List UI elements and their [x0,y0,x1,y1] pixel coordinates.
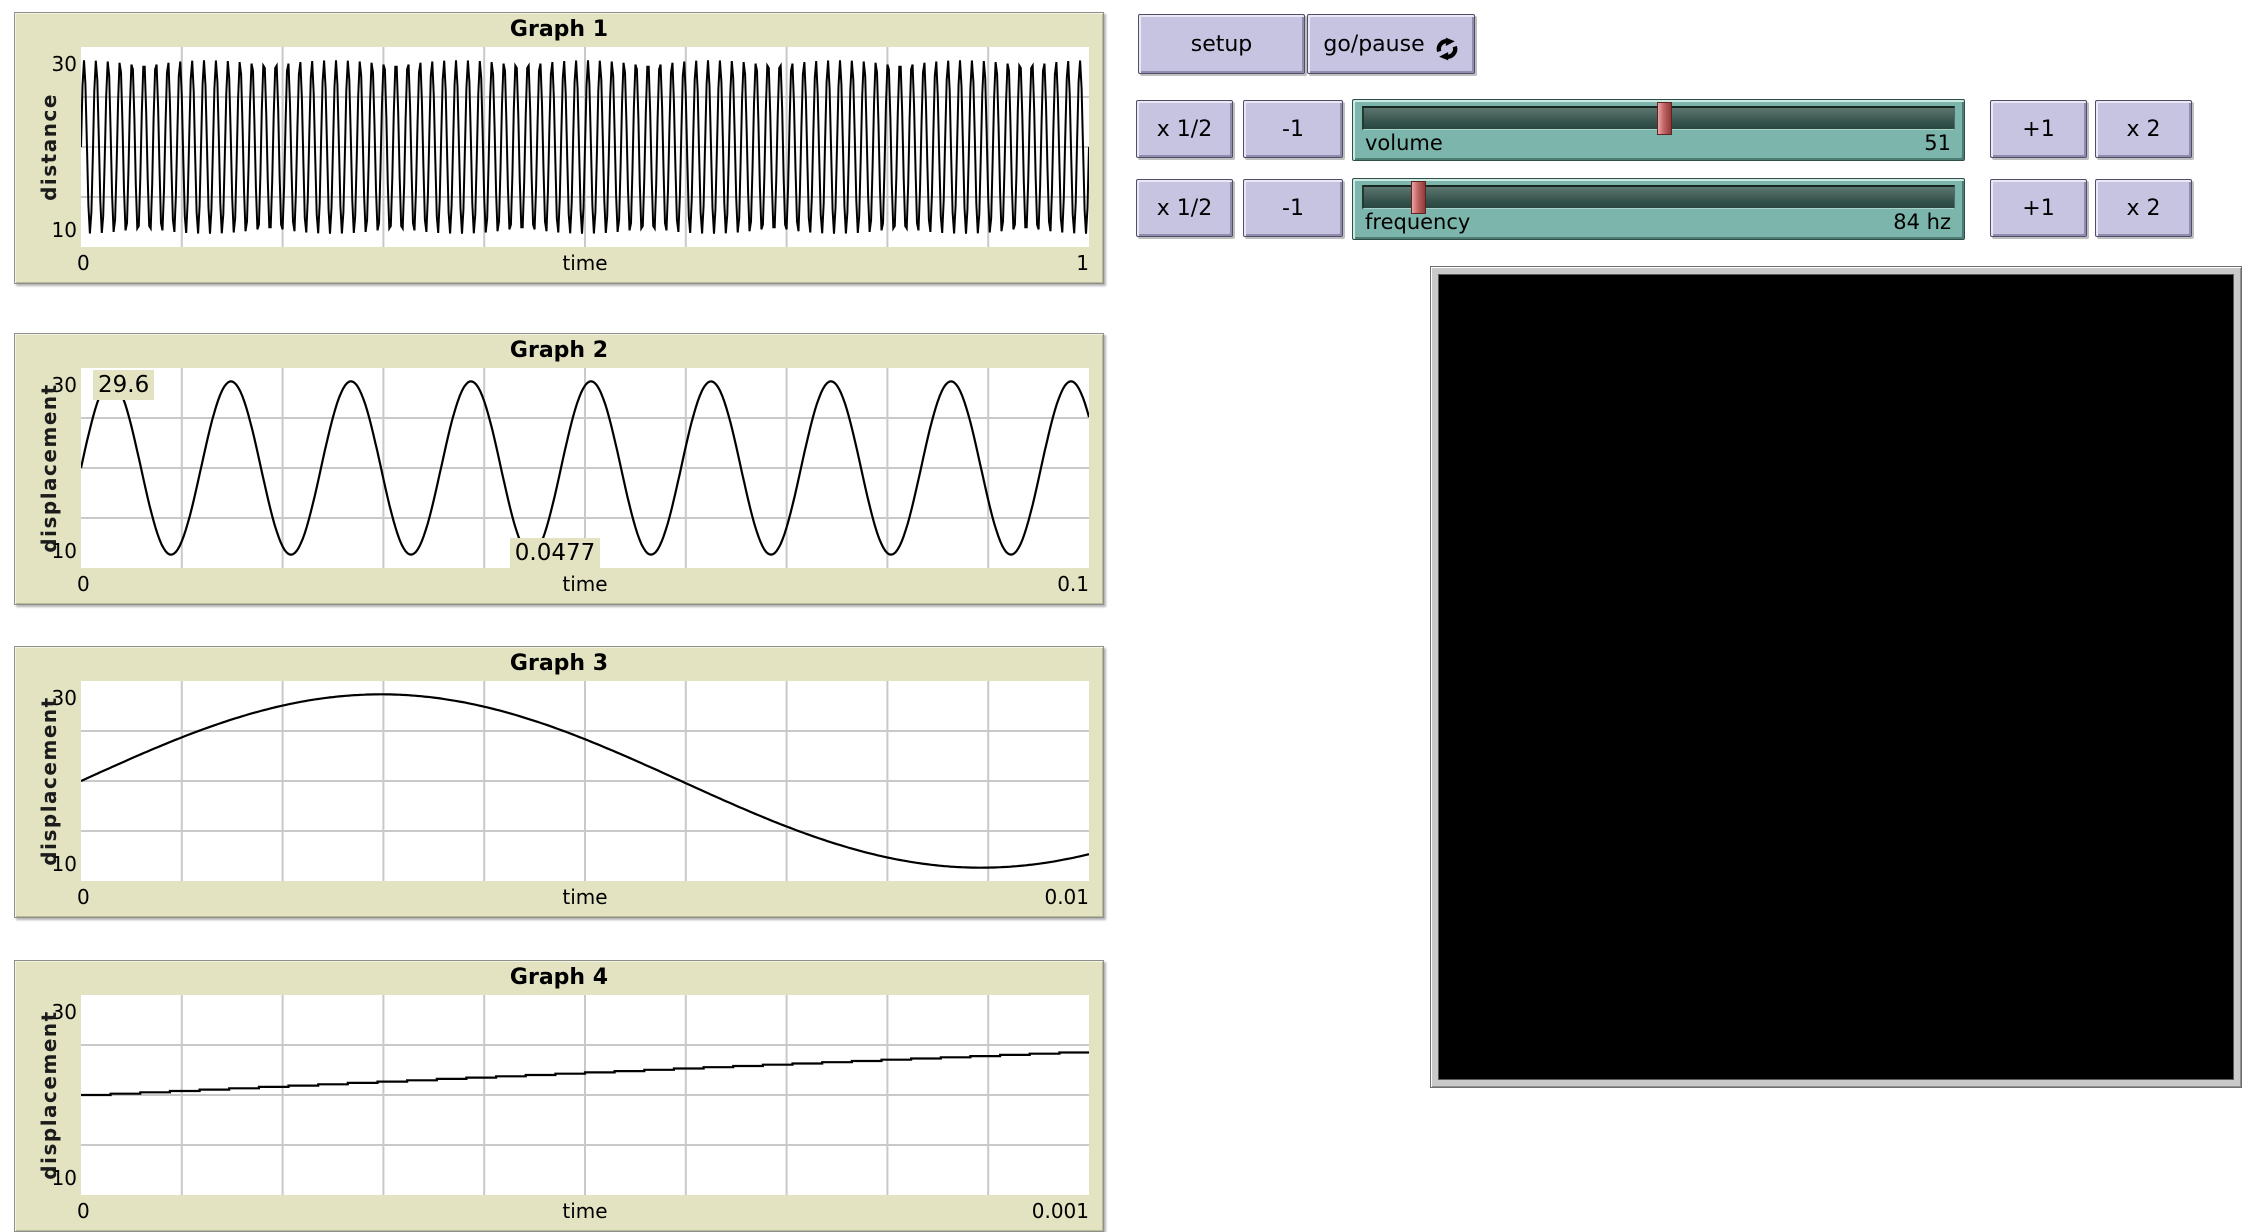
volume-slider-handle[interactable] [1657,102,1672,135]
plot-canvas [81,47,1089,247]
x-max-label: 0.01 [81,885,1089,909]
x-max-label: 0.001 [81,1199,1089,1223]
y-axis-label: displacement [37,696,61,865]
graph-title: Graph 3 [15,651,1103,676]
y-axis-label: displacement [37,383,61,552]
volume-half-label: x 1/2 [1157,117,1212,142]
setup-button-label: setup [1191,32,1253,57]
volume-slider[interactable]: volume 51 [1352,99,1965,161]
forever-icon [1435,37,1459,61]
volume-minus-one-label: -1 [1282,117,1304,142]
frequency-slider-track[interactable] [1362,185,1955,209]
frequency-slider-label: frequency [1365,210,1470,234]
frequency-slider-value: 84 hz [1893,210,1951,234]
volume-times-two-label: x 2 [2126,117,2160,142]
frequency-times-two-button[interactable]: x 2 [2095,179,2192,237]
graph-title: Graph 4 [15,965,1103,990]
plot-canvas [81,995,1089,1195]
world-view [1438,274,2234,1080]
setup-button[interactable]: setup [1138,14,1305,74]
graph-title: Graph 2 [15,338,1103,363]
y-tick-bottom: 10 [33,218,77,242]
plot-graph-3: Graph 3 30 10 displacement 0 time 0.01 [14,646,1104,918]
plot-annotation: 0.0477 [510,538,600,568]
frequency-half-button[interactable]: x 1/2 [1136,179,1233,237]
x-max-label: 1 [81,251,1089,275]
plot-graph-4: Graph 4 30 10 displacement 0 time 0.001 [14,960,1104,1232]
frequency-minus-one-button[interactable]: -1 [1243,179,1343,237]
graph-title: Graph 1 [15,17,1103,42]
volume-minus-one-button[interactable]: -1 [1243,100,1343,158]
frequency-plus-one-button[interactable]: +1 [1990,179,2087,237]
volume-times-two-button[interactable]: x 2 [2095,100,2192,158]
y-axis-label: distance [37,93,61,201]
frequency-slider[interactable]: frequency 84 hz [1352,178,1965,240]
plot-annotation: 29.6 [93,370,154,400]
plot-graph-2: Graph 2 30 10 displacement 0 time 0.1 29… [14,333,1104,605]
go-pause-button-label: go/pause [1323,32,1424,57]
volume-slider-label: volume [1365,131,1443,155]
plot-canvas [81,681,1089,881]
world-view-frame [1430,266,2242,1088]
volume-half-button[interactable]: x 1/2 [1136,100,1233,158]
y-tick-top: 30 [33,52,77,76]
go-pause-button[interactable]: go/pause [1307,14,1475,74]
frequency-plus-one-label: +1 [2022,196,2054,221]
frequency-minus-one-label: -1 [1282,196,1304,221]
x-max-label: 0.1 [81,572,1089,596]
volume-slider-value: 51 [1924,131,1951,155]
y-axis-label: displacement [37,1010,61,1179]
volume-plus-one-label: +1 [2022,117,2054,142]
frequency-half-label: x 1/2 [1157,196,1212,221]
frequency-times-two-label: x 2 [2126,196,2160,221]
volume-plus-one-button[interactable]: +1 [1990,100,2087,158]
plot-graph-1: Graph 1 30 10 distance 0 time 1 [14,12,1104,284]
